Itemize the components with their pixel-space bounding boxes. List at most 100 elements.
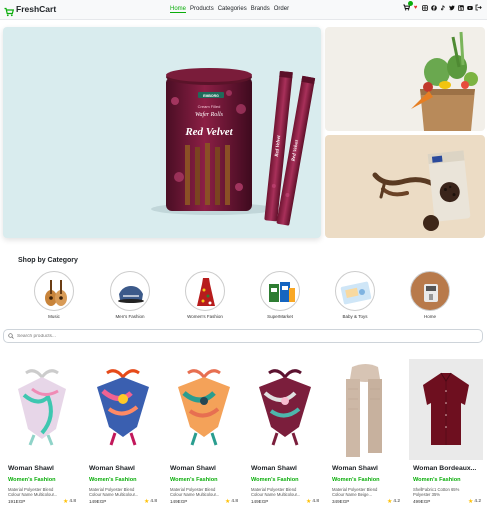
product-image: [328, 359, 402, 460]
can-subtitle-1: Cream Filled: [198, 104, 221, 109]
product-rating: ★ 4.8: [305, 499, 319, 505]
nav-link-products[interactable]: Products: [190, 6, 214, 13]
product-description: Material Polyester Blend Colour Name Mult…: [170, 487, 220, 497]
product-price: 149EGP: [170, 499, 188, 504]
category-label: Women's Fashion: [187, 314, 223, 319]
product-image: [85, 359, 159, 460]
twitter-icon[interactable]: [448, 4, 455, 11]
star-icon: ★: [386, 499, 393, 505]
guitar-icon: [34, 271, 74, 311]
product-description: Material Polyester Blend Colour Name Mult…: [251, 487, 301, 497]
navbar: FreshCart Home Products Categories Brand…: [0, 0, 487, 20]
product-title[interactable]: Woman Shawl: [332, 465, 378, 472]
category-label: Music: [48, 314, 60, 319]
product-title[interactable]: Woman Shawl: [170, 465, 216, 472]
product-image: [247, 359, 321, 460]
product-image: [166, 359, 240, 460]
product-category: Women's Fashion: [332, 477, 380, 483]
product-rating: ★ 4.8: [62, 499, 76, 505]
can-subtitle-2: Wafer Rolls: [195, 111, 224, 118]
category-list: Music Men's Fashion Women's Fashion Supe…: [0, 271, 487, 323]
product-title[interactable]: Woman Shawl: [89, 465, 135, 472]
product-category: Women's Fashion: [413, 477, 461, 483]
product-price: 349EGP: [332, 499, 350, 504]
category-home[interactable]: Home: [400, 271, 460, 319]
product-category: Women's Fashion: [170, 477, 218, 483]
category-label: Baby & Toys: [342, 314, 368, 319]
cart-icon: [4, 4, 15, 17]
product-description: Material Polyester Blend Colour Name Beig…: [332, 487, 378, 497]
category-baby-toys[interactable]: Baby & Toys: [325, 271, 385, 319]
hero-cookies-banner[interactable]: [325, 135, 485, 238]
womens-fashion-icon: [185, 271, 225, 311]
tiktok-icon[interactable]: [439, 4, 446, 11]
product-rating: ★ 4.2: [386, 499, 400, 505]
product-card[interactable]: Woman Shawl Women's Fashion Material Pol…: [245, 358, 323, 511]
youtube-icon[interactable]: [466, 4, 473, 11]
star-icon: ★: [467, 499, 474, 505]
star-icon: ★: [143, 499, 150, 505]
category-supermarket[interactable]: SuperMarket: [250, 271, 310, 319]
product-category: Women's Fashion: [251, 477, 299, 483]
product-card[interactable]: Woman Bordeaux... Women's Fashion ShellF…: [407, 358, 485, 511]
product-card[interactable]: Woman Shawl Women's Fashion Material Pol…: [164, 358, 242, 511]
product-description: Material Polyester Blend Colour Name Mult…: [8, 487, 58, 497]
brand-logo[interactable]: FreshCart: [4, 4, 57, 17]
home-goods-icon: [410, 271, 450, 311]
supermarket-icon: [260, 271, 300, 311]
product-price: 499EGP: [413, 499, 431, 504]
product-card[interactable]: Woman Shawl Women's Fashion Material Pol…: [326, 358, 404, 511]
baby-toys-icon: [335, 271, 375, 311]
product-title[interactable]: Woman Shawl: [8, 465, 54, 472]
category-label: Men's Fashion: [115, 314, 145, 319]
search-bar: [3, 329, 483, 343]
nav-link-home[interactable]: Home: [170, 6, 187, 13]
product-card[interactable]: Woman Shawl Women's Fashion Material Pol…: [83, 358, 161, 511]
hero-groceries-banner[interactable]: [325, 27, 485, 131]
wafer-rolls-product-image: EMBORG Cream Filled Wafer Rolls Red Velv…: [151, 68, 316, 226]
product-price: 149EGP: [251, 499, 269, 504]
nav-link-order[interactable]: Order: [274, 6, 289, 13]
category-label: SuperMarket: [267, 314, 293, 319]
heart-icon[interactable]: ♥: [412, 4, 419, 11]
category-mens-fashion[interactable]: Men's Fashion: [100, 271, 160, 319]
linkedin-icon[interactable]: [457, 4, 464, 11]
hero-slider-main[interactable]: EMBORG Cream Filled Wafer Rolls Red Velv…: [3, 27, 321, 238]
category-music[interactable]: Music: [24, 271, 84, 319]
product-card[interactable]: Woman Shawl Women's Fashion Material Pol…: [2, 358, 80, 511]
category-womens-fashion[interactable]: Women's Fashion: [175, 271, 235, 319]
can-flavor: Red Velvet: [184, 126, 233, 138]
search-icon: [8, 333, 14, 339]
product-category: Women's Fashion: [89, 477, 137, 483]
product-title[interactable]: Woman Bordeaux...: [413, 465, 476, 472]
star-icon: ★: [305, 499, 312, 505]
can-brand-label: EMBORG: [203, 94, 219, 98]
star-icon: ★: [224, 499, 231, 505]
product-description: Material Polyester Blend Colour Name Mult…: [89, 487, 139, 497]
product-description: ShellFabric1 Cotton 65% Polyester 35%: [413, 487, 460, 497]
nav-link-categories[interactable]: Categories: [218, 6, 247, 13]
logout-icon[interactable]: [475, 4, 482, 11]
nav-links: Home Products Categories Brands Order: [170, 6, 289, 13]
product-rating: ★ 4.2: [467, 499, 481, 505]
mens-fashion-icon: [110, 271, 150, 311]
shop-by-category-title: Shop by Category: [18, 257, 78, 264]
product-price: 191EGP: [8, 499, 26, 504]
instagram-icon[interactable]: [421, 4, 428, 11]
product-title[interactable]: Woman Shawl: [251, 465, 297, 472]
category-label: Home: [423, 314, 436, 319]
nav-link-brands[interactable]: Brands: [251, 6, 270, 13]
cart-icon[interactable]: [403, 1, 413, 11]
product-category: Women's Fashion: [8, 477, 56, 483]
product-price: 149EGP: [89, 499, 107, 504]
chocolate-cookies-image: [372, 150, 471, 231]
product-image: [409, 359, 483, 460]
facebook-icon[interactable]: [430, 4, 437, 11]
product-image: [4, 359, 78, 460]
product-rating: ★ 4.8: [224, 499, 238, 505]
nav-icons: ♥: [403, 1, 482, 11]
search-input[interactable]: [17, 333, 417, 339]
groceries-bag-image: [411, 31, 478, 131]
star-icon: ★: [62, 499, 69, 505]
brand-name: FreshCart: [16, 4, 57, 14]
